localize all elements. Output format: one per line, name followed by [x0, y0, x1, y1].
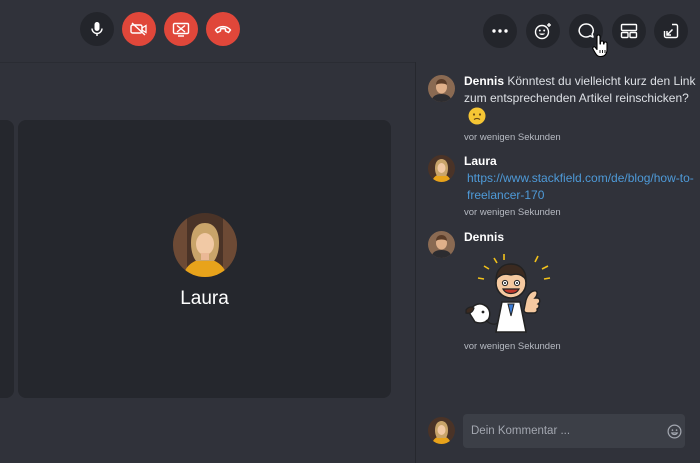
message-timestamp: vor wenigen Sekunden [464, 341, 561, 352]
minimize-icon [663, 23, 679, 39]
message-author: Laura [464, 154, 497, 168]
participant-avatar [173, 213, 237, 277]
avatar [428, 417, 455, 444]
microphone-icon [91, 22, 103, 36]
screenshare-button[interactable] [164, 12, 198, 46]
message-body: Dennis vor wenigen Sekunden [464, 229, 698, 355]
emoji-reaction-button[interactable] [526, 14, 560, 48]
thumbs-up-sticker-icon [465, 254, 551, 333]
layout-button[interactable] [612, 14, 646, 48]
minimize-button[interactable] [654, 14, 688, 48]
message-body: Dennis Könntest du vielleicht kurz den L… [464, 73, 698, 146]
comment-input[interactable] [463, 414, 685, 448]
avatar [428, 231, 455, 258]
comment-composer [428, 414, 698, 448]
camera-toggle-button[interactable] [122, 12, 156, 46]
message-timestamp: vor wenigen Sekunden [464, 132, 561, 143]
message-body: Laura https://www.stackfield.com/de/blog… [464, 153, 698, 221]
participant-name: Laura [180, 288, 229, 309]
message-author: Dennis [464, 74, 505, 88]
participant-tile-partial [0, 120, 14, 398]
message-link[interactable]: https://www.stackfield.com/de/blog/how-t… [467, 171, 694, 202]
more-button[interactable] [483, 14, 517, 48]
stage-divider [0, 62, 415, 63]
message-timestamp: vor wenigen Sekunden [464, 207, 561, 218]
avatar [428, 155, 455, 182]
avatar [428, 75, 455, 102]
participant-tile[interactable]: Laura [18, 120, 391, 398]
layout-icon [620, 23, 638, 39]
more-icon [492, 29, 508, 33]
emoji-add-icon [534, 23, 551, 40]
confused-emoji-icon [468, 107, 486, 125]
microphone-button[interactable] [80, 12, 114, 46]
hangup-icon [214, 25, 232, 34]
chat-panel: Dennis Könntest du vielleicht kurz den L… [415, 62, 700, 463]
message-author: Dennis [464, 230, 505, 244]
call-toolbar [0, 0, 700, 62]
emoji-picker-icon[interactable] [667, 424, 682, 439]
camera-off-icon [130, 22, 147, 36]
hangup-button[interactable] [206, 12, 240, 46]
hand-cursor-icon [592, 34, 608, 58]
screenshare-off-icon [172, 22, 190, 37]
